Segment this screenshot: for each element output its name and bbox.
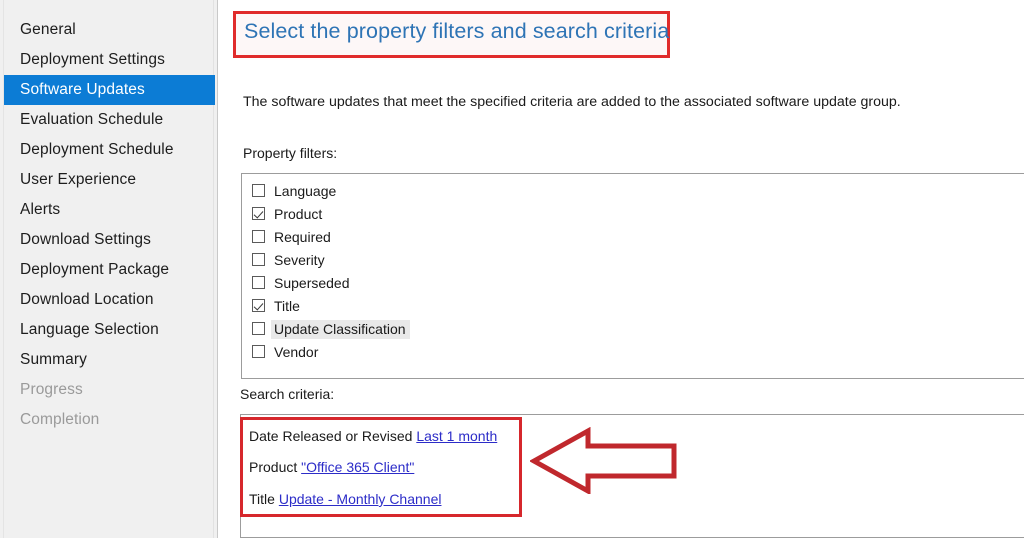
filter-row[interactable]: Vendor [242,340,1024,363]
filter-label: Superseded [274,274,350,291]
wizard-window: General Deployment Settings Software Updat… [0,0,1024,538]
checkbox-unchecked-icon[interactable] [252,184,265,197]
filter-label: Update Classification [271,319,410,339]
sidebar-item-completion: Completion [20,411,100,428]
checkbox-unchecked-icon[interactable] [252,345,265,358]
filter-label: Severity [274,251,325,268]
search-criteria-annotation-box [240,417,522,517]
filter-row[interactable]: Update Classification [242,317,1024,340]
filter-label: Title [274,297,300,314]
wizard-navigation-inner: General Deployment Settings Software Updat… [3,0,215,538]
page-description: The software updates that meet the speci… [243,94,901,110]
filter-label: Required [274,228,331,245]
filter-row[interactable]: Title [242,294,1024,317]
left-arrow-annotation-icon [530,427,678,494]
filter-row[interactable]: Product [242,202,1024,225]
checkbox-unchecked-icon[interactable] [252,230,265,243]
sidebar-item-download-location[interactable]: Download Location [4,285,213,315]
sidebar-item-summary[interactable]: Summary [4,345,213,375]
sidebar-item-software-updates[interactable]: Software Updates [4,75,215,105]
filter-row[interactable]: Required [242,225,1024,248]
sidebar-item-deployment-schedule[interactable]: Deployment Schedule [4,135,213,165]
sidebar-item-evaluation-schedule[interactable]: Evaluation Schedule [4,105,213,135]
sidebar-item-user-experience[interactable]: User Experience [4,165,213,195]
checkbox-unchecked-icon[interactable] [252,322,265,335]
checkbox-checked-icon[interactable] [252,299,265,312]
wizard-content-pane: Select the property filters and search c… [218,0,1024,538]
filter-row[interactable]: Superseded [242,271,1024,294]
sidebar-item-download-settings[interactable]: Download Settings [4,225,213,255]
checkbox-unchecked-icon[interactable] [252,253,265,266]
sidebar-item-language-selection[interactable]: Language Selection [4,315,213,345]
wizard-navigation-panel: General Deployment Settings Software Updat… [0,0,217,538]
filter-label: Product [274,205,323,222]
sidebar-item-deployment-settings[interactable]: Deployment Settings [4,45,213,75]
sidebar-item-deployment-package[interactable]: Deployment Package [4,255,213,285]
sidebar-item-general[interactable]: General [4,15,213,45]
sidebar-item-alerts[interactable]: Alerts [4,195,213,225]
page-title: Select the property filters and search c… [244,19,670,43]
search-criteria-label: Search criteria: [240,386,335,402]
filter-label: Language [274,182,337,199]
sidebar-item-progress: Progress [20,381,83,398]
filter-row[interactable]: Language [242,179,1024,202]
checkbox-checked-icon[interactable] [252,207,265,220]
filter-row[interactable]: Severity [242,248,1024,271]
property-filters-label: Property filters: [243,145,338,161]
checkbox-unchecked-icon[interactable] [252,276,265,289]
filter-label: Vendor [274,343,319,360]
wizard-step-list: General Deployment Settings Software Updat… [4,15,215,435]
property-filters-listbox[interactable]: Language Product Required Severity Supersede… [241,173,1024,379]
